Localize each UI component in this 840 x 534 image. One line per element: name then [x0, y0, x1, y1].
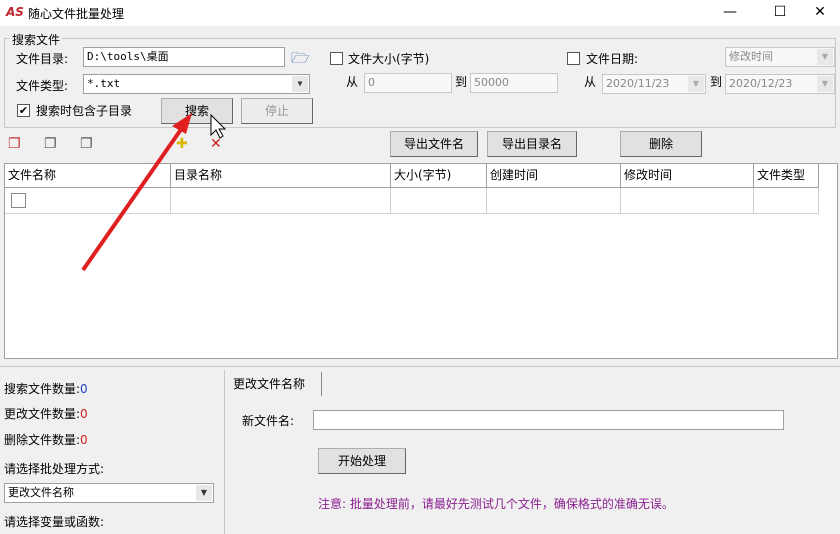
arrow-line — [81, 126, 184, 272]
cursor-icon — [210, 113, 227, 139]
arrow-head — [172, 113, 192, 134]
annotation-arrow — [81, 113, 227, 272]
